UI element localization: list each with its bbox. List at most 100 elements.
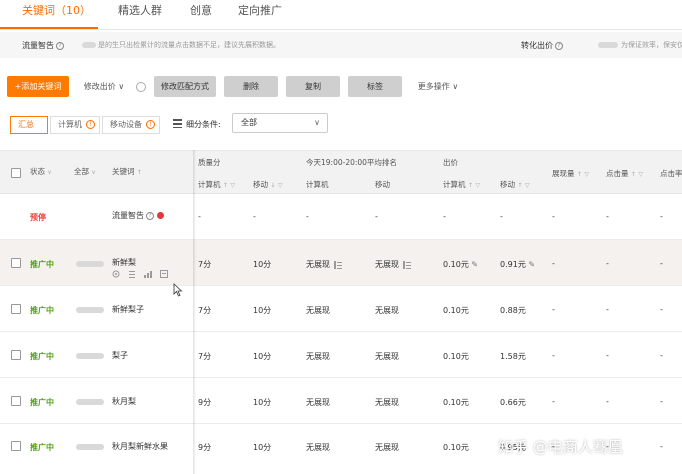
col-rank-mobile[interactable]: 移动 — [375, 179, 390, 190]
row-ctr: - — [660, 212, 663, 221]
chevron-down-icon: ∨ — [115, 82, 125, 91]
help-icon[interactable]: ? — [146, 211, 154, 220]
tab-audiences[interactable]: 精选人群 — [118, 2, 162, 18]
list-icon[interactable] — [128, 270, 136, 278]
help-icon[interactable]: ? — [555, 41, 563, 50]
filter-icon: ▽ — [638, 171, 643, 178]
sort-icon: ↑ — [576, 171, 582, 178]
row-bid-mobile: - — [500, 212, 503, 221]
row-bid-mobile[interactable]: 0.66元 — [500, 397, 526, 408]
row-quality-mobile: 10分 — [253, 352, 272, 361]
select-all-checkbox[interactable] — [11, 168, 21, 178]
col-clicks[interactable]: 点击量 ↑ ▽ — [606, 168, 643, 179]
row-status: 推广中 — [30, 443, 54, 452]
segment-mobile[interactable]: 移动设备! — [102, 116, 160, 134]
col-quality-pc[interactable]: 计算机 ↑ ▽ — [198, 179, 235, 190]
tab-creatives[interactable]: 创意 — [190, 2, 212, 18]
col-quality-mobile[interactable]: 移动 ↓ ▽ — [253, 179, 282, 190]
row-checkbox[interactable] — [11, 304, 21, 314]
traffic-warning-bar: 流量智告? 是的生只出检累计的流量点击数据不足，建议先展积数据。 转化出价? 为… — [0, 32, 682, 58]
subdivide-select[interactable]: 全部 ∨ — [232, 113, 328, 133]
col-bid-mobile[interactable]: 移动 ↑ ▽ — [500, 179, 529, 190]
row-checkbox[interactable] — [11, 258, 21, 268]
help-icon[interactable]: ? — [56, 41, 64, 50]
table-row[interactable]: 推广中 秋月梨 9分 10分 无展现 无展现 0.10元 0.66元 - - - — [0, 378, 682, 424]
row-quality-mobile: 10分 — [253, 398, 272, 407]
row-quality-pc: - — [198, 212, 201, 221]
grid-icon — [173, 119, 182, 128]
row-bid-pc[interactable]: 0.10元 — [443, 442, 469, 453]
segment-computer[interactable]: 计算机! — [50, 116, 100, 134]
filter-icon: ▽ — [584, 171, 589, 178]
row-rank-mobile: 无展现 — [375, 259, 411, 270]
row-status: 推广中 — [30, 398, 54, 407]
help-icon[interactable] — [136, 82, 146, 92]
row-action-icons — [112, 270, 176, 280]
filter-icon: ▽ — [277, 182, 283, 189]
edit-icon[interactable]: ✎ — [526, 260, 535, 269]
col-keyword[interactable]: 关键词 ↑ — [112, 166, 142, 177]
row-keyword[interactable]: 新鲜梨子 — [112, 304, 144, 315]
row-rank-pc: - — [306, 212, 309, 221]
row-bid-pc[interactable]: 0.10元 — [443, 397, 469, 408]
row-impressions: - — [552, 351, 555, 360]
sort-icon: ↑ — [467, 182, 473, 189]
col-rank-pc[interactable]: 计算机 — [306, 179, 329, 190]
filter-icon: ▽ — [524, 182, 530, 189]
row-rank-pc: 无展现 — [306, 306, 330, 315]
segment-summary[interactable]: 汇总 — [10, 116, 48, 134]
row-bid-pc[interactable]: 0.10元 — [443, 351, 469, 362]
row-checkbox[interactable] — [11, 350, 21, 360]
row-keyword[interactable]: 秋月梨 — [112, 396, 136, 407]
table-row[interactable]: 推广中 梨子 7分 10分 无展现 无展现 0.10元 1.58元 - - - — [0, 332, 682, 378]
row-group-blurred — [76, 442, 104, 451]
tag-button[interactable]: 标签 — [348, 76, 402, 97]
delete-button[interactable]: 删除 — [224, 76, 278, 97]
col-ctr[interactable]: 点击率 — [660, 168, 682, 179]
tab-targeted-promotion[interactable]: 定向推广 — [238, 2, 282, 18]
target-icon[interactable] — [112, 270, 120, 278]
col-quality-group: 质量分 — [198, 158, 221, 167]
row-impressions: - — [552, 259, 555, 268]
row-quality-mobile: 10分 — [253, 260, 272, 269]
copy-button[interactable]: 复制 — [286, 76, 340, 97]
table-row[interactable]: 推广中 新鲜梨子 7分 10分 无展现 无展现 0.10元 0.88元 - - … — [0, 286, 682, 332]
tab-keywords[interactable]: 关键词（10） — [22, 2, 91, 18]
row-ctr: - — [660, 259, 663, 268]
filter-icon: ▽ — [475, 182, 480, 189]
row-clicks: - — [606, 305, 609, 314]
add-keyword-button[interactable]: +添加关键词 — [7, 76, 69, 97]
more-actions-dropdown[interactable]: 更多操作 ∨ — [414, 76, 462, 97]
col-bid-pc[interactable]: 计算机 ↑ ▽ — [443, 179, 480, 190]
modify-bid-dropdown[interactable]: 修改出价 ∨ — [78, 76, 130, 97]
row-bid-mobile[interactable]: 1.58元 — [500, 351, 526, 362]
row-quality-pc: 7分 — [198, 306, 212, 315]
modify-match-button[interactable]: 修改匹配方式 — [154, 76, 216, 97]
row-keyword[interactable]: 新鲜梨 — [112, 257, 136, 268]
row-quality-pc: 7分 — [198, 260, 212, 269]
row-keyword[interactable]: 梨子 — [112, 350, 128, 361]
col-impressions[interactable]: 展现量 ↑ ▽ — [552, 168, 589, 179]
row-checkbox[interactable] — [11, 396, 21, 406]
edit-icon[interactable]: ✎ — [469, 260, 478, 269]
chart-icon[interactable] — [144, 270, 152, 278]
rank-detail-icon[interactable] — [334, 260, 342, 269]
row-group-blurred — [76, 397, 104, 406]
col-all[interactable]: 全部 ∨ — [74, 166, 96, 177]
report-icon[interactable] — [160, 270, 168, 278]
row-group-blurred — [76, 305, 104, 314]
conversion-bid-desc: 为保证效率，保安仅回 — [598, 40, 682, 50]
row-ctr: - — [660, 305, 663, 314]
row-bid-pc[interactable]: 0.10元 ✎ — [443, 259, 478, 270]
col-status[interactable]: 状态 ∨ — [30, 166, 52, 177]
row-checkbox[interactable] — [11, 441, 21, 451]
row-keyword[interactable]: 秋月梨新鲜水果 — [112, 441, 168, 452]
sort-icon: ↓ — [270, 182, 276, 189]
row-bid-mobile[interactable]: 0.91元 ✎ — [500, 259, 535, 270]
row-bid-pc[interactable]: 0.10元 — [443, 305, 469, 316]
rank-detail-icon[interactable] — [403, 260, 411, 269]
row-bid-mobile[interactable]: 0.88元 — [500, 305, 526, 316]
sort-icon: ↑ — [222, 182, 228, 189]
table-row[interactable]: 推广中 新鲜梨 7分 10分 无展现 无展现 0.10元 ✎ 0.91元 ✎ -… — [0, 240, 682, 286]
row-keyword: 流量智告? — [112, 210, 164, 221]
